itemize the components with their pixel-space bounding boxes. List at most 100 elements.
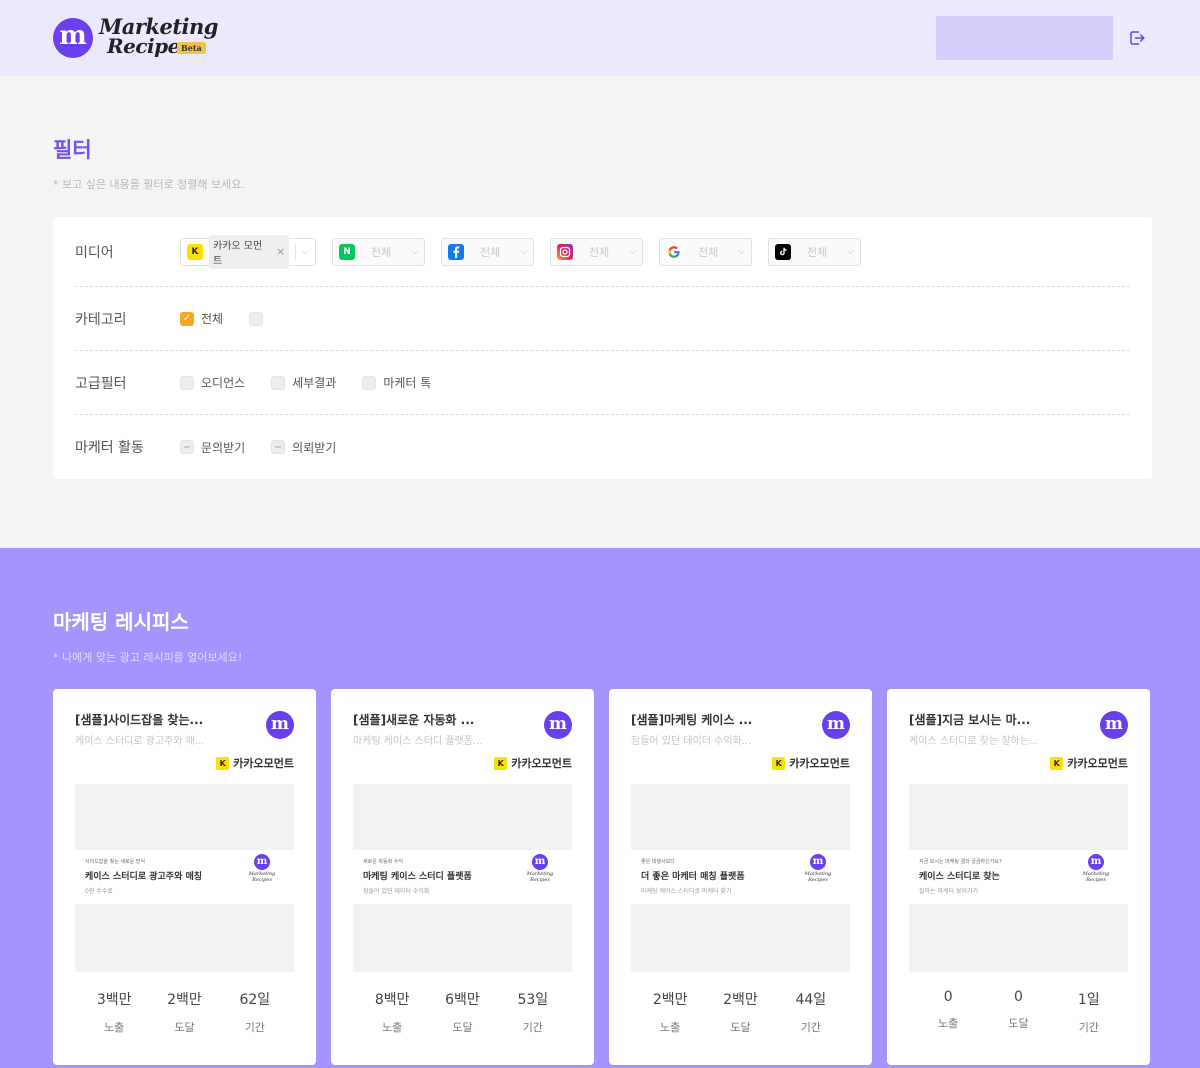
activity-label: 마케터 활동 <box>75 440 144 456</box>
thumb-logo: m Marketing Recipes <box>1082 854 1110 883</box>
instagram-media-select[interactable]: 전체 ⌵ <box>550 237 643 266</box>
filter-row-category: 카테고리 ✓ 전체 <box>75 287 1130 351</box>
audience-label: 오디언스 <box>201 376 246 390</box>
chevron-down-icon[interactable]: ⌵ <box>302 247 309 257</box>
author-avatar: m <box>1100 711 1128 739</box>
stat-impressions: 0 <box>943 989 953 1005</box>
marketer-talk-checkbox[interactable]: 마케터 톡 <box>362 374 431 391</box>
category-extra-checkbox[interactable] <box>249 311 264 326</box>
author-avatar: m <box>266 711 294 739</box>
tiktok-icon <box>775 243 791 260</box>
chevron-down-icon[interactable]: ⌵ <box>847 247 854 257</box>
google-media-select[interactable]: 전체 ⌵ <box>659 237 752 266</box>
naver-media-select[interactable]: N 전체 ⌵ <box>332 237 425 266</box>
user-profile-box[interactable] <box>936 16 1113 60</box>
card-media-badge: K 카카오모먼트 <box>631 755 850 771</box>
stat-impressions: 8백만 <box>374 992 410 1008</box>
chevron-down-icon[interactable]: ⌵ <box>738 247 745 257</box>
kakao-moment-tag: 카카오 모먼트 × <box>209 234 290 269</box>
card-title: [샘플]마케팅 케이스 ... <box>631 713 753 727</box>
filter-subtitle: * 보고 싶은 내용을 필터로 정렬해 보세요. <box>53 178 245 191</box>
instagram-select-value: 전체 <box>589 245 610 259</box>
recipe-card[interactable]: [샘플]사이드잡을 찾는... 케이스 스터디로 광고주와 매... m K 카… <box>53 689 316 1065</box>
category-label: 카테고리 <box>75 311 127 328</box>
filter-title: 필터 <box>53 138 92 162</box>
request-label: 의뢰받기 <box>292 440 337 455</box>
facebook-media-select[interactable]: 전체 ⌵ <box>441 237 534 266</box>
filter-card: 미디어 K 카카오 모먼트 × ⌵ N 전체 ⌵ 전체 ⌵ 전체 ⌵ 전체 ⌵ … <box>53 217 1152 479</box>
logo-mark: m <box>53 18 93 58</box>
naver-select-value: 전체 <box>371 245 392 259</box>
kakao-icon: K <box>216 756 230 770</box>
stat-reach: 6백만 <box>445 992 480 1008</box>
select-divider <box>295 242 297 261</box>
checkmark-icon: ✓ <box>180 311 194 326</box>
card-description: 잠들어 있던 데이터 수익화... <box>631 736 752 747</box>
filter-row-media: 미디어 K 카카오 모먼트 × ⌵ N 전체 ⌵ 전체 ⌵ 전체 ⌵ 전체 ⌵ … <box>75 217 1130 287</box>
kakao-icon: K <box>1050 756 1064 770</box>
remove-tag-icon[interactable]: × <box>276 245 285 258</box>
audience-checkbox[interactable]: 오디언스 <box>180 374 245 391</box>
checkbox-box <box>180 440 194 454</box>
beta-badge: Beta <box>177 42 206 54</box>
card-media-badge: K 카카오모먼트 <box>909 755 1128 771</box>
kakao-media-select[interactable]: K 카카오 모먼트 × ⌵ <box>180 234 316 269</box>
card-stats: 8백만 노출 6백만 도달 53일 기간 <box>353 989 572 1035</box>
recipes-subtitle: * 나에게 맞는 광고 레시피를 열어보세요! <box>53 651 243 664</box>
recipe-card[interactable]: [샘플]새로운 자동화 ... 마케팅 케이스 스터디 플랫폼... m K 카… <box>331 689 594 1065</box>
thumb-logo: m Marketing Recipes <box>248 854 276 883</box>
card-description: 케이스 스터디로 광고주와 매... <box>75 736 205 747</box>
recipes-section: 마케팅 레시피스 * 나에게 맞는 광고 레시피를 열어보세요! [샘플]사이드… <box>0 548 1200 1068</box>
detail-results-checkbox[interactable]: 세부결과 <box>271 374 336 391</box>
detail-results-label: 세부결과 <box>292 376 337 390</box>
thumb-subline: 잠들어 있던 데이터 수익화 <box>363 888 430 895</box>
card-thumbnail: 좋은 대행사보다 더 좋은 마케터 매칭 플랫폼 마케팅 케이스 스터디로 마케… <box>631 784 850 972</box>
chevron-down-icon[interactable]: ⌵ <box>629 247 636 257</box>
logout-icon[interactable] <box>1127 28 1147 48</box>
checkbox-box <box>271 375 286 390</box>
card-thumbnail: 사이드잡을 찾는 새로운 방식 케이스 스터디로 광고주와 매칭 0원 수수료 … <box>75 784 294 972</box>
card-thumbnail: 새로운 자동화 수익 마케팅 케이스 스터디 플랫폼 잠들어 있던 데이터 수익… <box>353 784 572 972</box>
naver-icon: N <box>339 243 355 260</box>
facebook-select-value: 전체 <box>480 245 501 259</box>
card-description: 케이스 스터디로 찾는 잘하는... <box>909 736 1039 747</box>
recipe-card[interactable]: [샘플]마케팅 케이스 ... 잠들어 있던 데이터 수익화... m K 카카… <box>609 689 872 1065</box>
checkbox-box <box>180 375 194 390</box>
logo[interactable]: m Marketing Recipes Beta <box>53 14 219 62</box>
tiktok-select-value: 전체 <box>807 245 828 259</box>
kakao-tag-label: 카카오 모먼트 <box>213 240 263 267</box>
kakao-icon: K <box>772 756 786 770</box>
card-media-badge: K 카카오모먼트 <box>353 755 572 771</box>
thumb-logo: m Marketing Recipes <box>804 854 832 883</box>
card-media-label: 카카오모먼트 <box>233 757 294 770</box>
stat-reach: 0 <box>1014 989 1023 1005</box>
kakao-icon: K <box>187 243 203 260</box>
inquiry-label: 문의받기 <box>201 440 246 455</box>
recipe-card[interactable]: [샘플]지금 보시는 마... 케이스 스터디로 찾는 잘하는... m K 카… <box>887 689 1150 1065</box>
request-checkbox[interactable]: 의뢰받기 <box>271 439 336 456</box>
chevron-down-icon[interactable]: ⌵ <box>520 247 527 257</box>
kakao-icon: K <box>494 756 508 770</box>
card-title: [샘플]사이드잡을 찾는... <box>75 713 204 727</box>
card-thumbnail: 지금 보시는 마케팅 결과 궁금하신가요? 케이스 스터디로 찾는 잘하는 마케… <box>909 784 1128 972</box>
card-description: 마케팅 케이스 스터디 플랫폼... <box>353 736 483 747</box>
recipe-card-list: [샘플]사이드잡을 찾는... 케이스 스터디로 광고주와 매... m K 카… <box>53 689 1152 1065</box>
checkbox-box <box>271 440 286 454</box>
author-avatar: m <box>822 711 850 739</box>
category-all-checkbox[interactable]: ✓ 전체 <box>180 310 223 327</box>
inquiry-checkbox[interactable]: 문의받기 <box>180 439 245 456</box>
thumb-subline: 마케팅 케이스 스터디로 마케터 찾기 <box>641 888 732 895</box>
tiktok-media-select[interactable]: 전체 ⌵ <box>768 237 861 266</box>
checkbox-box <box>362 375 377 390</box>
marketer-talk-label: 마케터 톡 <box>383 376 432 390</box>
card-media-badge: K 카카오모먼트 <box>75 755 294 771</box>
instagram-icon <box>557 243 573 260</box>
google-icon <box>666 243 682 260</box>
chevron-down-icon[interactable]: ⌵ <box>411 247 418 257</box>
thumb-subline: 잘하는 마케터 보러가기 <box>919 888 979 895</box>
google-select-value: 전체 <box>698 245 719 259</box>
stat-period: 53일 <box>517 992 549 1008</box>
stat-impressions: 3백만 <box>96 992 132 1008</box>
checkbox-box <box>249 311 264 326</box>
card-title: [샘플]지금 보시는 마... <box>909 713 1031 727</box>
